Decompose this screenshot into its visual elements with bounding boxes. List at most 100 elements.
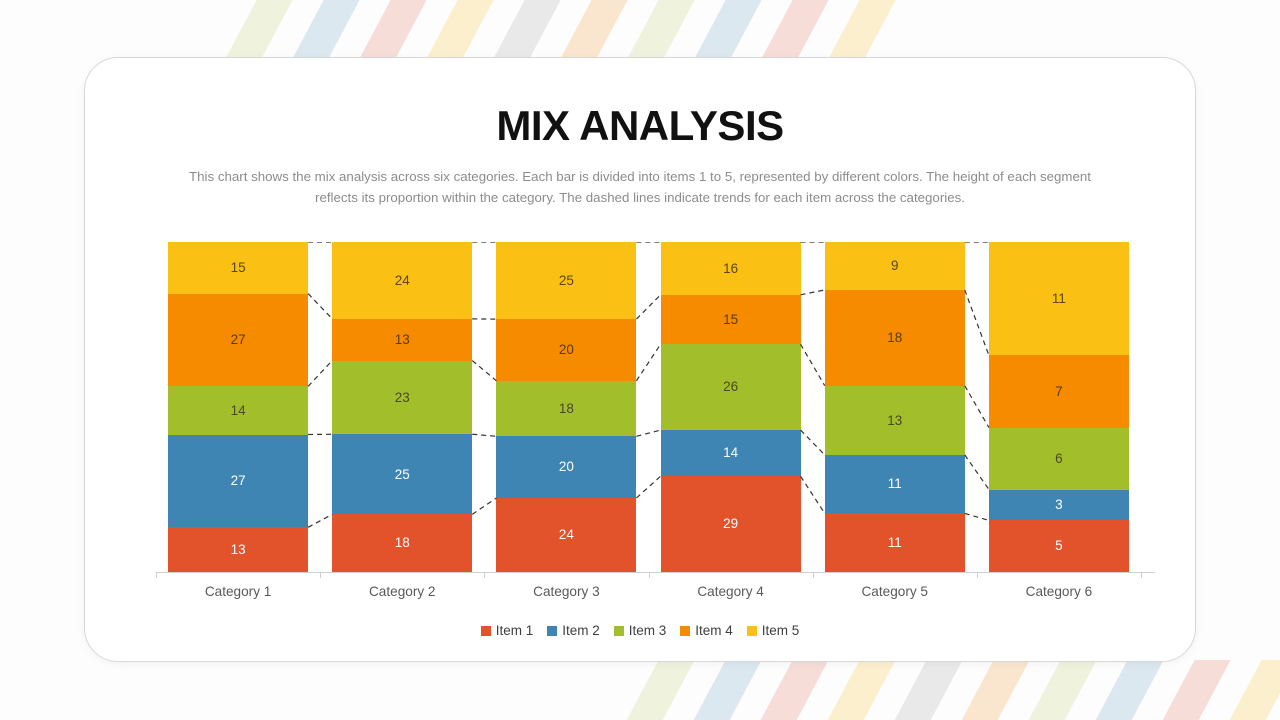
decorative-stripe	[1208, 660, 1280, 720]
bar-segment[interactable]: 9	[824, 242, 965, 290]
bar-segment[interactable]: 14	[660, 430, 801, 477]
decorative-stripe	[940, 660, 1046, 720]
decorative-stripe	[672, 660, 778, 720]
bar-segment-value: 13	[230, 541, 246, 557]
stacked-bar[interactable]: 18 25 23 13 24	[332, 242, 473, 572]
bar-segment[interactable]: 25	[332, 434, 473, 515]
bar-segment[interactable]: 6	[988, 427, 1129, 490]
bar-segment[interactable]: 13	[168, 527, 309, 572]
legend-item[interactable]: Item 4	[680, 623, 733, 638]
legend-label: Item 1	[495, 623, 534, 638]
bar-segment[interactable]: 13	[332, 318, 473, 361]
legend-swatch-icon	[746, 625, 757, 636]
category-label: Category 4	[697, 584, 764, 599]
decorative-stripe	[605, 660, 711, 720]
bar-slot: 11 11 13 18 9	[813, 242, 977, 572]
bar-segment[interactable]: 26	[660, 344, 801, 431]
x-axis-tick	[648, 572, 650, 578]
bar-segment-value: 7	[1055, 383, 1063, 399]
decorative-stripe	[605, 0, 711, 60]
bar-segment[interactable]: 15	[660, 294, 801, 345]
decorative-stripe	[806, 660, 912, 720]
legend-swatch-icon	[547, 625, 558, 636]
stacked-bar[interactable]: 29 14 26 15 16	[660, 242, 801, 572]
bar-slot: 18 25 23 13 24	[320, 242, 484, 572]
x-axis-tick	[320, 572, 322, 578]
bar-segment[interactable]: 24	[496, 497, 637, 572]
bar-segment[interactable]: 27	[168, 293, 309, 387]
stacked-bar[interactable]: 13 27 14 27 15	[168, 242, 309, 572]
bar-segment[interactable]: 15	[168, 242, 309, 294]
bar-segment-value: 25	[558, 272, 574, 288]
bar-slot: 13 27 14 27 15	[156, 242, 320, 572]
bar-segment-value: 20	[558, 342, 574, 358]
category-label: Category 5	[861, 584, 928, 599]
category-label: Category 2	[368, 584, 436, 599]
bar-segment[interactable]: 14	[168, 386, 309, 435]
bar-segment-value: 25	[394, 466, 410, 482]
decorative-stripe	[1007, 660, 1113, 720]
legend-swatch-icon	[480, 625, 491, 636]
decorative-stripe	[203, 0, 309, 60]
chart-card: MIX ANALYSIS This chart shows the mix an…	[84, 57, 1196, 662]
bar-segment[interactable]: 20	[496, 319, 637, 381]
chart-legend: Item 1 Item 2 Item 3 Item 4 Item 5	[85, 623, 1195, 638]
bar-segment-value: 11	[887, 534, 902, 550]
bar-segment-value: 24	[558, 527, 574, 543]
bar-segment-value: 27	[230, 473, 246, 489]
bar-segment-value: 5	[1055, 538, 1063, 554]
bar-segment[interactable]: 24	[332, 242, 473, 319]
bar-segment[interactable]: 18	[496, 380, 637, 437]
bar-segment[interactable]: 18	[332, 514, 473, 572]
bar-segment[interactable]: 20	[496, 436, 637, 498]
bar-segment-value: 26	[723, 379, 739, 395]
bar-segment[interactable]: 18	[824, 289, 965, 386]
bar-segment[interactable]: 11	[988, 242, 1129, 356]
decorative-stripe	[404, 0, 510, 60]
bar-segment[interactable]: 7	[988, 355, 1129, 428]
legend-item[interactable]: Item 5	[746, 623, 800, 638]
decorative-stripe	[538, 0, 644, 60]
legend-label: Item 4	[695, 623, 733, 638]
bar-segment[interactable]: 29	[660, 476, 801, 572]
x-axis-tick	[812, 572, 814, 578]
decorative-stripe	[471, 0, 577, 60]
decorative-stripe	[739, 0, 845, 60]
stacked-bar[interactable]: 11 11 13 18 9	[824, 242, 965, 572]
bar-segment[interactable]: 11	[824, 454, 965, 514]
bar-segment[interactable]: 3	[988, 489, 1129, 521]
legend-item[interactable]: Item 2	[547, 623, 600, 638]
stacked-bar[interactable]: 24 20 18 20 25	[496, 242, 637, 572]
bar-segment[interactable]: 16	[660, 242, 801, 295]
bar-segment-value: 3	[1055, 497, 1063, 513]
decorative-stripe	[739, 660, 845, 720]
decorative-stripes-bottom	[0, 660, 1280, 720]
bar-segment[interactable]: 5	[988, 520, 1129, 572]
bar-segment[interactable]: 13	[824, 385, 965, 455]
x-axis-tick	[484, 572, 486, 578]
bar-segment-value: 9	[890, 258, 899, 274]
x-axis-line	[156, 572, 1155, 573]
bar-segment-value: 20	[558, 459, 574, 475]
x-axis-tick	[976, 572, 978, 578]
decorative-stripes-top	[0, 0, 1280, 60]
category-label: Category 3	[533, 584, 600, 599]
x-axis-tick	[156, 572, 157, 578]
legend-label: Item 5	[761, 623, 800, 638]
decorative-stripe	[672, 0, 778, 60]
legend-item[interactable]: Item 3	[613, 623, 666, 638]
bar-segment[interactable]: 25	[496, 242, 637, 320]
x-axis-tick	[1141, 572, 1142, 578]
legend-item[interactable]: Item 1	[480, 623, 534, 638]
bar-segment[interactable]: 11	[824, 513, 965, 572]
bar-segment[interactable]: 27	[168, 434, 309, 528]
legend-swatch-icon	[680, 625, 691, 636]
bar-segment-value: 11	[1051, 290, 1066, 306]
decorative-stripe	[1141, 660, 1247, 720]
bar-segment-value: 15	[230, 260, 246, 276]
stacked-bar[interactable]: 5 3 6 7 11	[988, 242, 1129, 572]
bar-segment[interactable]: 23	[332, 360, 473, 435]
decorative-stripe	[1074, 660, 1180, 720]
chart-description: This chart shows the mix analysis across…	[189, 169, 1091, 205]
decorative-stripe	[806, 0, 912, 60]
